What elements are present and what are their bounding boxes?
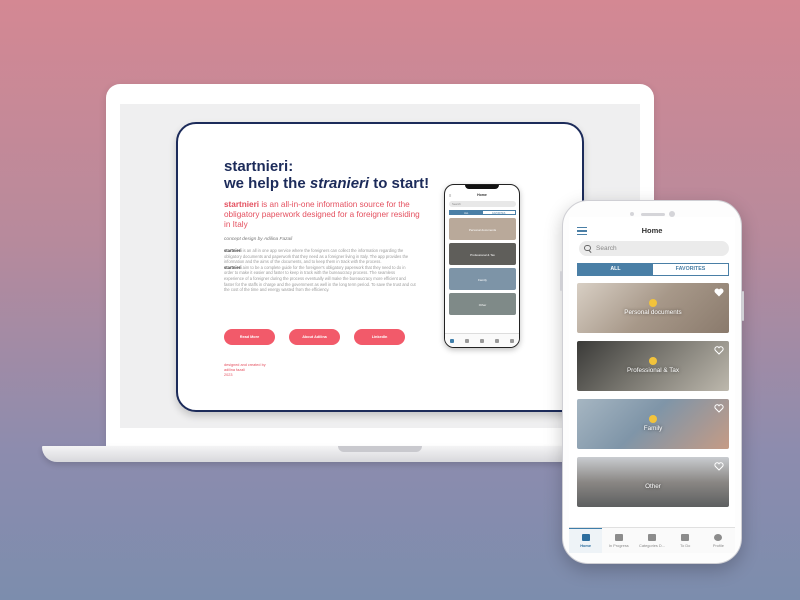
app-screen: Home Search ALL FAVORITES Personal docum… xyxy=(569,217,735,553)
search-icon xyxy=(584,244,592,253)
search-placeholder: Search xyxy=(596,245,617,252)
laptop-trackpad-notch xyxy=(338,446,422,452)
mini-phone-notch xyxy=(465,185,499,189)
tab-favorites[interactable]: FAVORITES xyxy=(653,264,728,275)
heart-outline-icon[interactable] xyxy=(714,404,724,413)
nav-categories[interactable]: Categories D... xyxy=(635,528,668,553)
category-card-personal-documents[interactable]: Personal documents xyxy=(577,283,729,333)
search-input[interactable]: Search xyxy=(579,241,729,256)
concept-credit: concept design by Adilina Fazali xyxy=(224,237,293,242)
read-more-button[interactable]: Read More xyxy=(224,329,275,345)
website-buttons: Read More About Adilina LinkedIn xyxy=(224,329,405,345)
profile-icon xyxy=(714,533,723,541)
mini-tabs: ALL FAVORITES xyxy=(449,210,516,215)
heart-icon[interactable] xyxy=(714,288,724,297)
tab-all[interactable]: ALL xyxy=(578,264,653,275)
card-label: Personal documents xyxy=(624,309,682,316)
emoji-icon xyxy=(649,415,657,423)
title-line-1: startnieri: xyxy=(224,158,294,175)
website-title: startnieri: we help the stranieri to sta… xyxy=(224,158,444,192)
linkedin-button[interactable]: LinkedIn xyxy=(354,329,405,345)
phone-speaker xyxy=(641,213,665,216)
emoji-icon xyxy=(649,357,657,365)
filter-tabs: ALL FAVORITES xyxy=(577,263,729,276)
mini-app-title: Home xyxy=(477,193,487,197)
mini-card-family: Family xyxy=(449,268,516,290)
mini-nav-profile xyxy=(504,334,519,347)
mini-tab-favorites: FAVORITES xyxy=(482,211,515,215)
website-body: startnieri is an all in one app service … xyxy=(224,248,416,293)
title-line-2: we help the stranieri to start! xyxy=(224,175,430,192)
mini-search: Search xyxy=(449,201,516,207)
website-subtitle: startnieri is an all-in-one information … xyxy=(224,200,420,229)
category-card-professional-tax[interactable]: Professional & Tax xyxy=(577,341,729,391)
nav-home[interactable]: Home xyxy=(569,528,603,553)
mini-nav-todo xyxy=(489,334,504,347)
mini-bottom-nav xyxy=(445,333,519,347)
nav-profile[interactable]: Profile xyxy=(702,528,735,553)
category-card-other[interactable]: Other xyxy=(577,457,729,507)
app-title: Home xyxy=(641,226,663,235)
phone-mockup: Home Search ALL FAVORITES Personal docum… xyxy=(560,200,744,564)
heart-outline-icon[interactable] xyxy=(714,462,724,471)
designer-credit: designed and created by adilina fazali 2… xyxy=(224,363,266,377)
home-icon xyxy=(581,534,590,541)
about-button[interactable]: About Adilina xyxy=(289,329,340,345)
calendar-icon xyxy=(681,533,690,541)
front-sensor xyxy=(630,212,634,216)
mini-nav-progress xyxy=(460,334,475,347)
card-label: Professional & Tax xyxy=(626,367,680,374)
mini-card-professional: Professional & Tax xyxy=(449,243,516,265)
card-label: Other xyxy=(645,483,661,490)
category-card-family[interactable]: Family xyxy=(577,399,729,449)
website-card: startnieri: we help the stranieri to sta… xyxy=(176,122,584,412)
nav-to-do[interactable]: To Do xyxy=(669,528,702,553)
emoji-icon xyxy=(649,299,657,307)
mini-tab-all: ALL xyxy=(450,211,483,215)
power-button xyxy=(742,291,744,321)
categories-icon xyxy=(648,533,656,541)
bottom-navigation: Home In Progress Categories D... To Do P… xyxy=(569,527,735,553)
volume-button xyxy=(560,271,562,291)
mini-card-other: Other xyxy=(449,293,516,315)
nav-in-progress[interactable]: In Progress xyxy=(602,528,635,553)
mini-nav-categories xyxy=(475,334,490,347)
card-label: Family xyxy=(643,425,663,432)
heart-outline-icon[interactable] xyxy=(714,346,724,355)
mini-card-personal: Personal documents xyxy=(449,218,516,240)
mini-phone-mockup: ≡ Home Search ALL FAVORITES Personal doc… xyxy=(444,184,520,348)
mini-nav-home xyxy=(445,334,460,347)
book-icon xyxy=(614,533,623,541)
